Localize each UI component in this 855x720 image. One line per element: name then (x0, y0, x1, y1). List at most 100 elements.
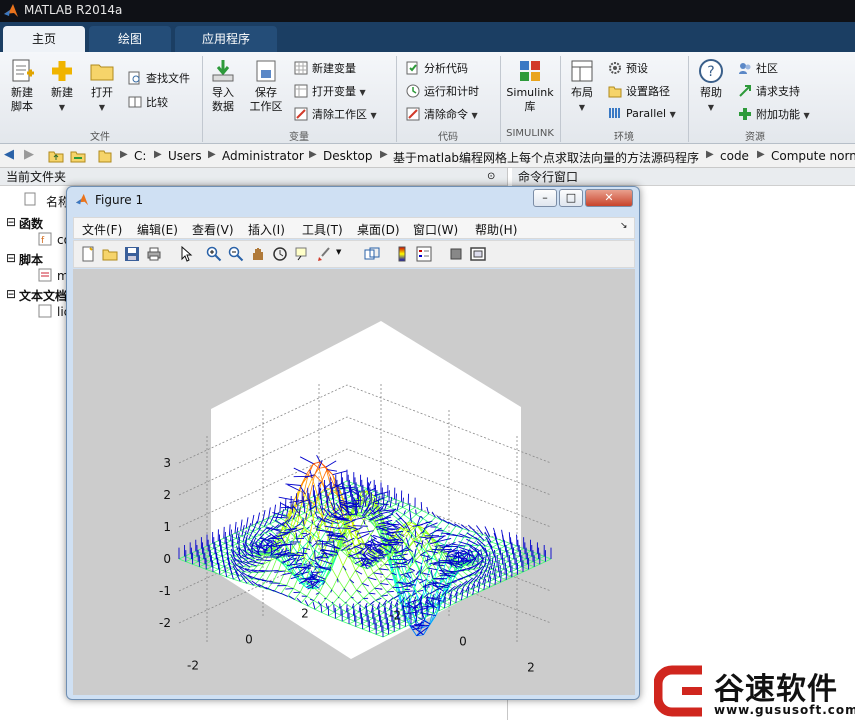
community-button[interactable]: 社区 (738, 60, 778, 76)
up-folder-icon[interactable] (48, 148, 64, 164)
compare-icon (128, 96, 142, 108)
group-scripts[interactable]: 脚本 (19, 251, 43, 268)
chevron-down-icon[interactable]: ▼ (336, 248, 352, 264)
close-button[interactable]: ✕ (585, 189, 633, 207)
brand-url: www.gususoft.com (714, 703, 855, 717)
collapse-icon[interactable]: ⊟ (6, 215, 16, 229)
new-script-button[interactable]: 新建 脚本 (6, 58, 38, 114)
matlab-logo-icon (4, 4, 18, 17)
zoom-out-icon[interactable] (228, 246, 244, 262)
data-cursor-icon[interactable] (294, 246, 310, 262)
breadcrumb-separator: ▶ (706, 149, 714, 160)
tab-home[interactable]: 主页 (3, 26, 85, 52)
breadcrumb-separator: ▶ (120, 149, 128, 160)
normal-arrow (504, 563, 506, 575)
group-text-documents[interactable]: 文本文档 (19, 287, 67, 304)
find-files-button[interactable]: 查找文件 (128, 70, 190, 86)
layout-button[interactable]: 布局 ▼ (566, 58, 598, 115)
normal-arrow (420, 602, 422, 614)
open-button[interactable]: 打开 ▼ (86, 58, 118, 115)
breadcrumb-item[interactable]: code (720, 149, 749, 163)
collapse-icon[interactable]: ⊟ (6, 251, 16, 265)
tab-apps[interactable]: 应用程序 (175, 26, 277, 52)
group-functions[interactable]: 函数 (19, 215, 43, 232)
add-ons-button[interactable]: 附加功能 ▼ (738, 106, 810, 122)
new-variable-button[interactable]: 新建变量 (294, 60, 356, 76)
collapse-icon[interactable]: ⊟ (6, 287, 16, 301)
minimize-button[interactable]: – (533, 189, 557, 207)
legend-icon[interactable] (416, 246, 432, 262)
save-workspace-button[interactable]: 保存 工作区 (246, 58, 286, 114)
clear-commands-button[interactable]: 清除命令 ▼ (406, 106, 478, 122)
menu-window[interactable]: 窗口(W) (413, 221, 458, 238)
parallel-button[interactable]: Parallel ▼ (608, 106, 676, 120)
colorbar-icon[interactable] (394, 246, 410, 262)
request-support-button[interactable]: 请求支持 (738, 83, 800, 99)
menu-view[interactable]: 查看(V) (192, 221, 234, 238)
compare-button[interactable]: 比较 (128, 94, 168, 110)
normal-arrow (215, 547, 217, 559)
new-figure-icon[interactable] (80, 246, 96, 262)
help-button[interactable]: ? 帮助 ▼ (696, 58, 726, 115)
hide-plot-tools-icon[interactable] (448, 246, 464, 262)
figure-toolbar: ▼ (73, 240, 635, 268)
watermark: 谷速软件 www.gususoft.com (650, 662, 855, 720)
forward-arrow-icon[interactable]: ▶ (24, 147, 34, 162)
new-button[interactable]: 新建 ▼ (46, 58, 78, 115)
clear-workspace-button[interactable]: 清除工作区 ▼ (294, 106, 377, 122)
zoom-in-icon[interactable] (206, 246, 222, 262)
surface-plot[interactable]: 3 2 1 0 -1 -2 2 0 -2 -2 0 2 (73, 269, 635, 695)
rotate-3d-icon[interactable] (272, 246, 288, 262)
find-files-icon (128, 71, 140, 85)
breadcrumb-item[interactable]: Users (168, 149, 202, 163)
maximize-button[interactable]: □ (559, 189, 583, 207)
breadcrumb-item[interactable]: Desktop (323, 149, 373, 163)
normal-arrow (408, 503, 411, 511)
support-icon (739, 85, 751, 97)
brush-icon[interactable] (316, 246, 332, 262)
figure-window[interactable]: Figure 1 – □ ✕ 文件(F) 编辑(E) 查看(V) 插入(I) 工… (66, 186, 640, 700)
analyze-code-button[interactable]: 分析代码 (406, 60, 468, 76)
preferences-button[interactable]: 预设 (608, 60, 648, 76)
ribbon-tab-strip: 主页 绘图 应用程序 (0, 22, 855, 52)
pan-hand-icon[interactable] (250, 246, 266, 262)
show-plot-tools-icon[interactable] (470, 246, 486, 262)
pointer-arrow-icon[interactable] (178, 246, 194, 262)
text-file-icon (38, 304, 52, 318)
breadcrumb-item[interactable]: C: (134, 149, 146, 163)
link-plot-icon[interactable] (364, 246, 380, 262)
breadcrumb-item[interactable]: Compute norn (771, 149, 855, 163)
folder-open-icon (90, 64, 114, 81)
run-and-time-button[interactable]: 运行和计时 (406, 83, 479, 99)
tab-plots[interactable]: 绘图 (89, 26, 171, 52)
menu-file[interactable]: 文件(F) (82, 221, 122, 238)
menu-help[interactable]: 帮助(H) (475, 221, 517, 238)
import-data-button[interactable]: 导入 数据 (208, 58, 238, 114)
menu-tools[interactable]: 工具(T) (302, 221, 343, 238)
group-label-resources: 资源 (745, 132, 765, 143)
save-icon[interactable] (124, 246, 140, 262)
open-variable-button[interactable]: 打开变量 ▼ (294, 83, 366, 99)
panel-menu-icon[interactable]: ⊙ (487, 168, 495, 186)
menu-edit[interactable]: 编辑(E) (137, 221, 178, 238)
normal-arrow (438, 599, 440, 611)
browse-folder-icon[interactable] (70, 148, 86, 164)
svg-text:?: ? (707, 64, 714, 80)
breadcrumb-item[interactable]: Administrator (222, 149, 304, 163)
simulink-library-button[interactable]: Simulink 库 (506, 58, 554, 114)
print-icon[interactable] (146, 246, 162, 262)
back-arrow-icon[interactable]: ◀ (4, 147, 14, 162)
menu-insert[interactable]: 插入(I) (248, 221, 285, 238)
breadcrumb-item[interactable]: 基于matlab编程网格上每个点求取法向量的方法源码程序 (393, 149, 699, 166)
mesh-line (545, 558, 552, 562)
breadcrumb-separator: ▶ (380, 149, 388, 160)
menu-desktop[interactable]: 桌面(D) (357, 221, 400, 238)
open-file-icon[interactable] (102, 246, 118, 262)
normal-arrow (420, 502, 423, 511)
panel-title: 当前文件夹 (6, 170, 67, 184)
matlab-logo-icon (75, 193, 89, 206)
set-path-button[interactable]: 设置路径 (608, 83, 670, 99)
save-workspace-icon (256, 60, 276, 82)
figure-canvas[interactable]: 3 2 1 0 -1 -2 2 0 -2 -2 0 2 (73, 269, 635, 695)
dock-arrow-icon[interactable]: ↘ (620, 221, 628, 231)
